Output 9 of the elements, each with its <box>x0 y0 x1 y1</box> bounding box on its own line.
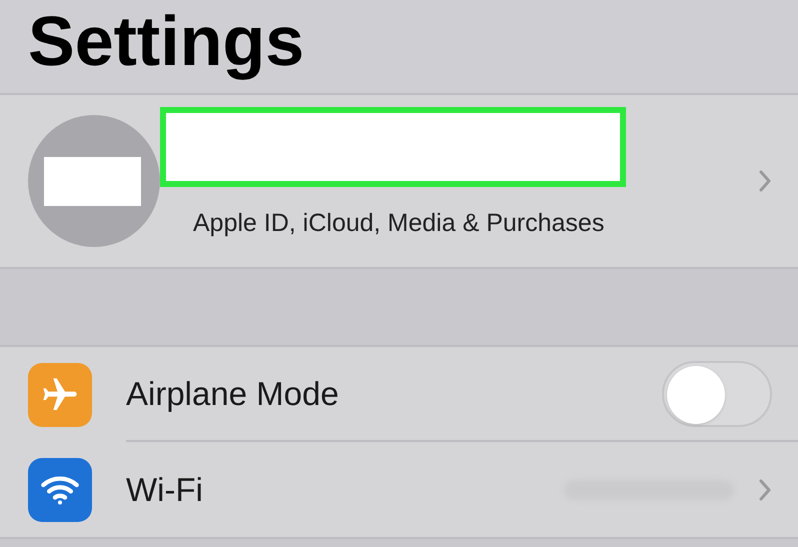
profile-subtitle: Apple ID, iCloud, Media & Purchases <box>193 208 606 239</box>
row-label: Airplane Mode <box>126 374 340 414</box>
page-title: Settings <box>28 1 304 82</box>
profile-row[interactable]: Apple ID, iCloud, Media & Purchases <box>0 93 798 269</box>
settings-row[interactable]: Wi-Fi <box>0 442 798 537</box>
chevron-icon <box>758 478 772 502</box>
row-label: Wi-Fi <box>126 470 204 510</box>
chevron-icon <box>758 169 772 193</box>
settings-row[interactable]: Airplane Mode <box>0 347 798 442</box>
